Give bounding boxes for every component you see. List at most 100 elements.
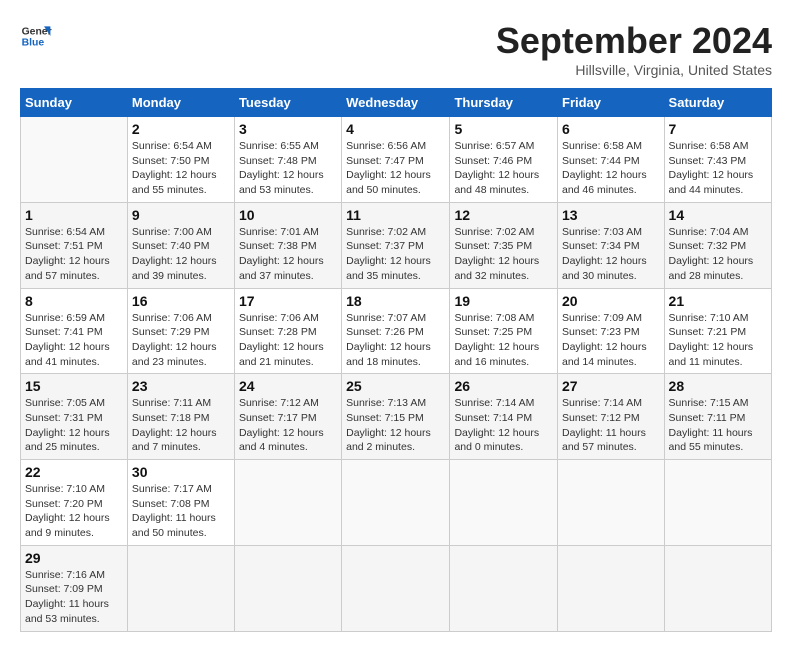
day-info: Sunrise: 7:14 AM Sunset: 7:12 PM Dayligh… xyxy=(562,396,660,455)
month-title: September 2024 xyxy=(496,20,772,62)
day-number: 27 xyxy=(562,378,660,394)
day-info: Sunrise: 6:54 AM Sunset: 7:51 PM Dayligh… xyxy=(25,225,123,284)
calendar-cell: 28 Sunrise: 7:15 AM Sunset: 7:11 PM Dayli… xyxy=(664,374,771,460)
day-number: 13 xyxy=(562,207,660,223)
day-info: Sunrise: 7:06 AM Sunset: 7:28 PM Dayligh… xyxy=(239,311,337,370)
day-info: Sunrise: 7:14 AM Sunset: 7:14 PM Dayligh… xyxy=(454,396,553,455)
calendar-cell xyxy=(342,545,450,631)
calendar-cell: 15Sunrise: 7:05 AM Sunset: 7:31 PM Dayli… xyxy=(21,374,128,460)
day-info: Sunrise: 6:54 AM Sunset: 7:50 PM Dayligh… xyxy=(132,139,230,198)
day-info: Sunrise: 7:11 AM Sunset: 7:18 PM Dayligh… xyxy=(132,396,230,455)
calendar-cell xyxy=(558,460,665,546)
calendar-cell xyxy=(234,545,341,631)
calendar-cell: 17Sunrise: 7:06 AM Sunset: 7:28 PM Dayli… xyxy=(234,288,341,374)
calendar-cell xyxy=(558,545,665,631)
day-number: 2 xyxy=(132,121,230,137)
calendar-week-row: 1 Sunrise: 6:54 AM Sunset: 7:51 PM Daylig… xyxy=(21,202,772,288)
day-info: Sunrise: 7:13 AM Sunset: 7:15 PM Dayligh… xyxy=(346,396,445,455)
calendar-cell xyxy=(450,460,558,546)
day-number: 10 xyxy=(239,207,337,223)
day-number: 6 xyxy=(562,121,660,137)
day-number: 18 xyxy=(346,293,445,309)
day-number: 3 xyxy=(239,121,337,137)
header: General Blue September 2024 Hillsville, … xyxy=(20,20,772,78)
day-info: Sunrise: 6:57 AM Sunset: 7:46 PM Dayligh… xyxy=(454,139,553,198)
day-number: 12 xyxy=(454,207,553,223)
calendar-week-row: 22 Sunrise: 7:10 AM Sunset: 7:20 PM Dayli… xyxy=(21,460,772,546)
calendar-cell: 4Sunrise: 6:56 AM Sunset: 7:47 PM Daylig… xyxy=(342,117,450,203)
svg-text:Blue: Blue xyxy=(22,38,45,49)
weekday-header: Thursday xyxy=(450,89,558,117)
day-number: 24 xyxy=(239,378,337,394)
day-info: Sunrise: 6:58 AM Sunset: 7:44 PM Dayligh… xyxy=(562,139,660,198)
calendar-cell: 22 Sunrise: 7:10 AM Sunset: 7:20 PM Dayli… xyxy=(21,460,128,546)
calendar-cell: 6 Sunrise: 6:58 AM Sunset: 7:44 PM Daylig… xyxy=(558,117,665,203)
day-info: Sunrise: 7:04 AM Sunset: 7:32 PM Dayligh… xyxy=(669,225,767,284)
calendar-cell xyxy=(664,545,771,631)
weekday-header: Saturday xyxy=(664,89,771,117)
calendar-cell: 3 Sunrise: 6:55 AM Sunset: 7:48 PM Daylig… xyxy=(234,117,341,203)
location: Hillsville, Virginia, United States xyxy=(496,62,772,78)
day-info: Sunrise: 6:56 AM Sunset: 7:47 PM Dayligh… xyxy=(346,139,445,198)
title-area: September 2024 Hillsville, Virginia, Uni… xyxy=(496,20,772,78)
calendar-cell: 30Sunrise: 7:17 AM Sunset: 7:08 PM Dayli… xyxy=(127,460,234,546)
day-info: Sunrise: 7:12 AM Sunset: 7:17 PM Dayligh… xyxy=(239,396,337,455)
calendar-cell: 12 Sunrise: 7:02 AM Sunset: 7:35 PM Dayli… xyxy=(450,202,558,288)
calendar-cell xyxy=(21,117,128,203)
day-info: Sunrise: 7:10 AM Sunset: 7:20 PM Dayligh… xyxy=(25,482,123,541)
day-info: Sunrise: 7:10 AM Sunset: 7:21 PM Dayligh… xyxy=(669,311,767,370)
calendar-week-row: 2 Sunrise: 6:54 AM Sunset: 7:50 PM Daylig… xyxy=(21,117,772,203)
day-number: 16 xyxy=(132,293,230,309)
day-number: 7 xyxy=(669,121,767,137)
weekday-header: Monday xyxy=(127,89,234,117)
day-number: 22 xyxy=(25,464,123,480)
calendar-cell: 11Sunrise: 7:02 AM Sunset: 7:37 PM Dayli… xyxy=(342,202,450,288)
day-info: Sunrise: 6:55 AM Sunset: 7:48 PM Dayligh… xyxy=(239,139,337,198)
calendar-cell: 27 Sunrise: 7:14 AM Sunset: 7:12 PM Dayli… xyxy=(558,374,665,460)
calendar-cell: 13 Sunrise: 7:03 AM Sunset: 7:34 PM Dayli… xyxy=(558,202,665,288)
calendar-cell: 1 Sunrise: 6:54 AM Sunset: 7:51 PM Daylig… xyxy=(21,202,128,288)
day-number: 21 xyxy=(669,293,767,309)
weekday-header: Friday xyxy=(558,89,665,117)
calendar-cell: 18Sunrise: 7:07 AM Sunset: 7:26 PM Dayli… xyxy=(342,288,450,374)
calendar-cell: 29 Sunrise: 7:16 AM Sunset: 7:09 PM Dayli… xyxy=(21,545,128,631)
day-number: 15 xyxy=(25,378,123,394)
weekday-header-row: SundayMondayTuesdayWednesdayThursdayFrid… xyxy=(21,89,772,117)
day-info: Sunrise: 7:09 AM Sunset: 7:23 PM Dayligh… xyxy=(562,311,660,370)
calendar-cell: 23 Sunrise: 7:11 AM Sunset: 7:18 PM Dayli… xyxy=(127,374,234,460)
day-info: Sunrise: 6:58 AM Sunset: 7:43 PM Dayligh… xyxy=(669,139,767,198)
day-number: 20 xyxy=(562,293,660,309)
weekday-header: Wednesday xyxy=(342,89,450,117)
calendar-cell xyxy=(664,460,771,546)
calendar-cell xyxy=(342,460,450,546)
day-info: Sunrise: 7:06 AM Sunset: 7:29 PM Dayligh… xyxy=(132,311,230,370)
day-info: Sunrise: 7:02 AM Sunset: 7:35 PM Dayligh… xyxy=(454,225,553,284)
day-info: Sunrise: 7:03 AM Sunset: 7:34 PM Dayligh… xyxy=(562,225,660,284)
day-info: Sunrise: 7:01 AM Sunset: 7:38 PM Dayligh… xyxy=(239,225,337,284)
calendar-cell: 20 Sunrise: 7:09 AM Sunset: 7:23 PM Dayli… xyxy=(558,288,665,374)
day-number: 23 xyxy=(132,378,230,394)
day-info: Sunrise: 7:00 AM Sunset: 7:40 PM Dayligh… xyxy=(132,225,230,284)
logo-icon: General Blue xyxy=(20,20,52,52)
day-info: Sunrise: 7:16 AM Sunset: 7:09 PM Dayligh… xyxy=(25,568,123,627)
calendar-cell: 7 Sunrise: 6:58 AM Sunset: 7:43 PM Daylig… xyxy=(664,117,771,203)
day-number: 26 xyxy=(454,378,553,394)
calendar-cell: 25Sunrise: 7:13 AM Sunset: 7:15 PM Dayli… xyxy=(342,374,450,460)
day-number: 1 xyxy=(25,207,123,223)
calendar-week-row: 15Sunrise: 7:05 AM Sunset: 7:31 PM Dayli… xyxy=(21,374,772,460)
day-number: 9 xyxy=(132,207,230,223)
day-number: 14 xyxy=(669,207,767,223)
day-number: 5 xyxy=(454,121,553,137)
day-number: 28 xyxy=(669,378,767,394)
logo: General Blue xyxy=(20,20,52,52)
calendar-cell xyxy=(234,460,341,546)
weekday-header: Sunday xyxy=(21,89,128,117)
day-info: Sunrise: 7:15 AM Sunset: 7:11 PM Dayligh… xyxy=(669,396,767,455)
calendar-cell: 19Sunrise: 7:08 AM Sunset: 7:25 PM Dayli… xyxy=(450,288,558,374)
calendar-cell: 9 Sunrise: 7:00 AM Sunset: 7:40 PM Daylig… xyxy=(127,202,234,288)
calendar-week-row: 8Sunrise: 6:59 AM Sunset: 7:41 PM Daylig… xyxy=(21,288,772,374)
calendar-cell: 5 Sunrise: 6:57 AM Sunset: 7:46 PM Daylig… xyxy=(450,117,558,203)
calendar-week-row: 29 Sunrise: 7:16 AM Sunset: 7:09 PM Dayli… xyxy=(21,545,772,631)
day-number: 29 xyxy=(25,550,123,566)
day-number: 19 xyxy=(454,293,553,309)
